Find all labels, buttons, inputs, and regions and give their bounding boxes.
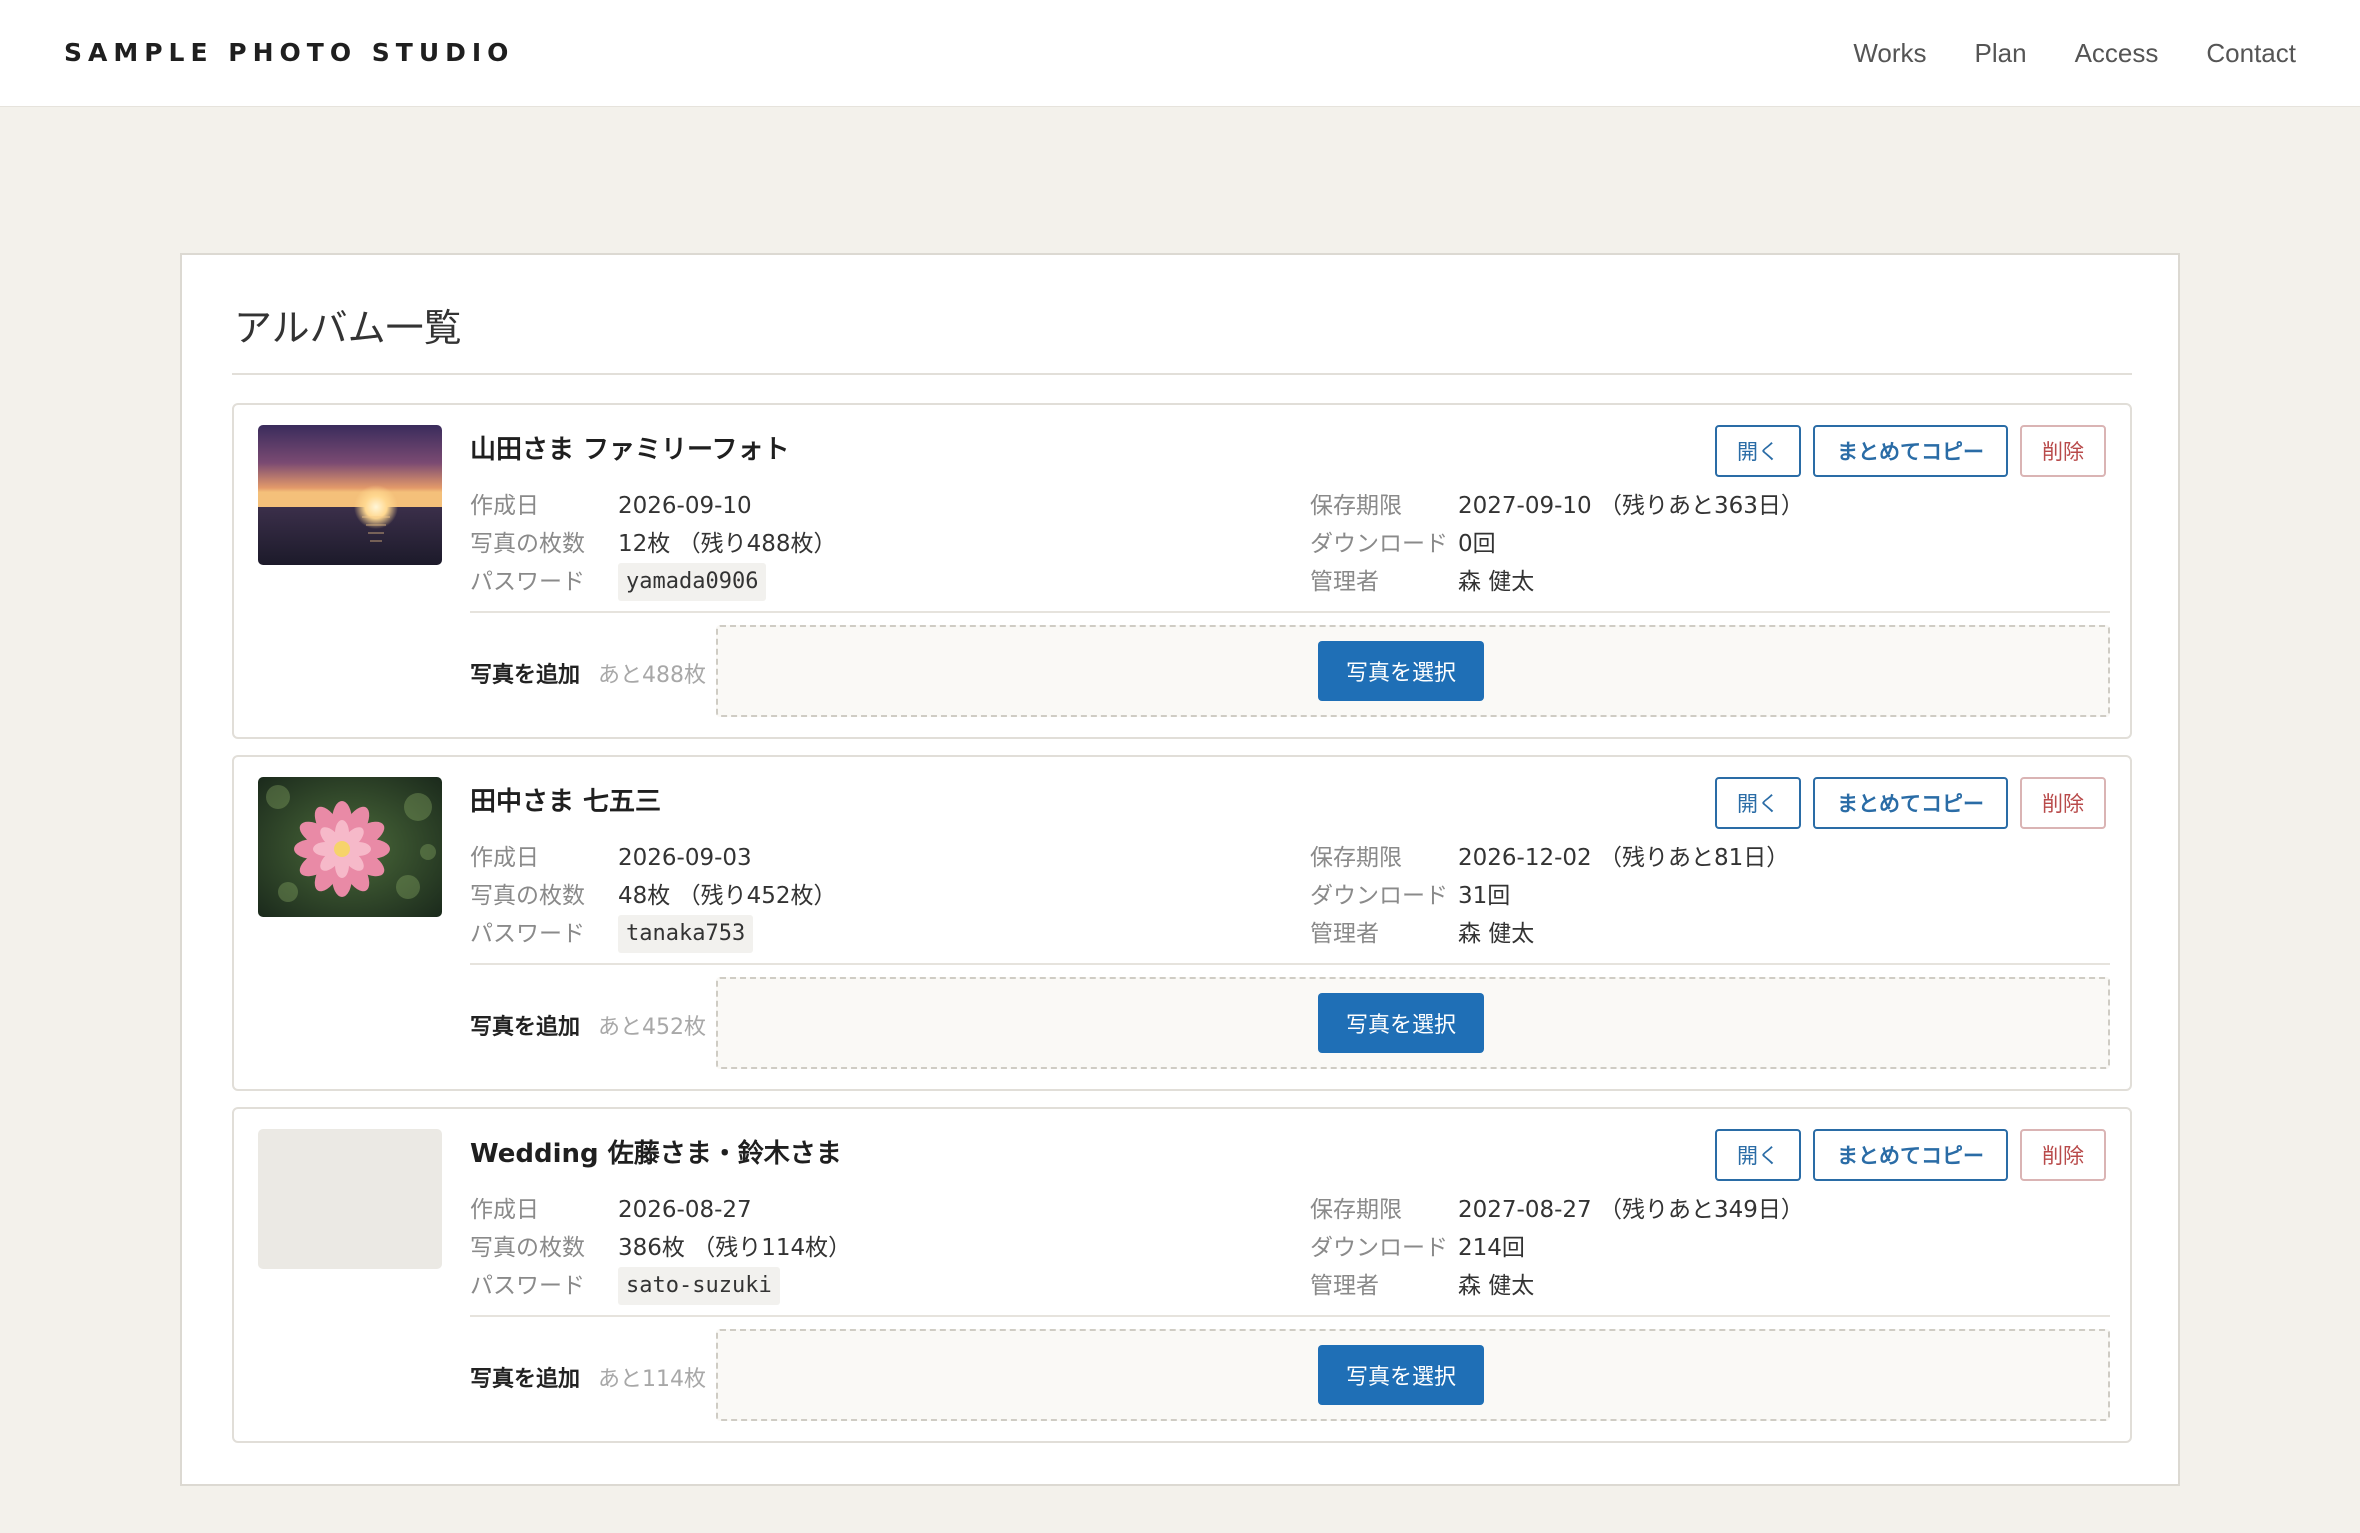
nav-plan[interactable]: Plan [1975,38,2027,69]
manager-value: 森 健太 [1458,921,1535,947]
select-photos-button[interactable]: 写真を選択 [1318,993,1484,1053]
copy-all-button[interactable]: まとめてコピー [1813,1129,2008,1181]
downloads-label: ダウンロード [1310,1235,1448,1261]
brand-logo[interactable]: SAMPLE PHOTO STUDIO [64,38,514,67]
created-label: 作成日 [470,845,539,871]
delete-button[interactable]: 削除 [2020,425,2106,477]
album-title[interactable]: 山田さま ファミリーフォト [470,429,790,466]
photo-count-value: 12枚 （残り488枚） [618,531,837,557]
album-meta-left: 作成日 2026-09-03 写真の枚数 48枚 （残り452枚） パスワード tan… [470,839,836,953]
album-actions: 開く まとめてコピー 削除 [1715,777,2106,829]
album-card: 田中さま 七五三 開く まとめてコピー 削除 作成日 2026-09-03 写真の… [232,755,2132,1091]
select-photos-button[interactable]: 写真を選択 [1318,641,1484,701]
album-thumbnail-placeholder[interactable] [258,1129,442,1269]
album-meta-right: 保存期限 2027-08-27 （残りあと349日） ダウンロード 214回 管理者… [1310,1191,1804,1305]
main-nav: Works Plan Access Contact [1853,38,2296,69]
password-value[interactable]: yamada0906 [618,563,767,601]
album-thumbnail-sunset[interactable] [258,425,442,565]
page-title: アルバム一覧 [234,306,462,350]
expiry-value: 2027-09-10 （残りあと363日） [1458,493,1804,519]
downloads-value: 31回 [1458,883,1511,909]
delete-button[interactable]: 削除 [2020,777,2106,829]
expiry-value: 2026-12-02 （残りあと81日） [1458,845,1790,871]
expiry-label: 保存期限 [1310,493,1402,519]
manager-value: 森 健太 [1458,1273,1535,1299]
card-divider [470,963,2110,965]
downloads-label: ダウンロード [1310,531,1448,557]
downloads-value: 214回 [1458,1235,1525,1261]
photo-dropzone[interactable]: 写真を選択 [716,625,2110,717]
photo-count-label: 写真の枚数 [470,531,585,557]
created-value: 2026-08-27 [618,1197,752,1223]
downloads-label: ダウンロード [1310,883,1448,909]
album-actions: 開く まとめてコピー 削除 [1715,425,2106,477]
copy-all-button[interactable]: まとめてコピー [1813,777,2008,829]
open-button[interactable]: 開く [1715,777,1801,829]
card-divider [470,611,2110,613]
album-panel: アルバム一覧 山田さま ファミリーフォト 開く まとめてコピー 削除 作成日 2… [180,253,2180,1486]
copy-all-button[interactable]: まとめてコピー [1813,425,2008,477]
album-card: Wedding 佐藤さま・鈴木さま 開く まとめてコピー 削除 作成日 2026-… [232,1107,2132,1443]
nav-access[interactable]: Access [2075,38,2159,69]
title-divider [232,373,2132,375]
password-label: パスワード [470,1273,585,1299]
select-photos-button[interactable]: 写真を選択 [1318,1345,1484,1405]
album-actions: 開く まとめてコピー 削除 [1715,1129,2106,1181]
photo-dropzone[interactable]: 写真を選択 [716,977,2110,1069]
delete-button[interactable]: 削除 [2020,1129,2106,1181]
downloads-value: 0回 [1458,531,1496,557]
created-value: 2026-09-10 [618,493,752,519]
album-thumbnail-flower[interactable] [258,777,442,917]
open-button[interactable]: 開く [1715,425,1801,477]
add-photos-label: 写真を追加 [470,663,581,688]
expiry-label: 保存期限 [1310,1197,1402,1223]
flower-photo-icon [258,777,442,917]
created-label: 作成日 [470,1197,539,1223]
expiry-label: 保存期限 [1310,845,1402,871]
password-label: パスワード [470,569,585,595]
expiry-value: 2027-08-27 （残りあと349日） [1458,1197,1804,1223]
nav-contact[interactable]: Contact [2206,38,2296,69]
remaining-count: あと452枚 [598,1015,706,1040]
remaining-count: あと114枚 [598,1367,706,1392]
album-title[interactable]: 田中さま 七五三 [470,781,661,818]
album-card: 山田さま ファミリーフォト 開く まとめてコピー 削除 作成日 2026-09-1… [232,403,2132,739]
album-meta-left: 作成日 2026-08-27 写真の枚数 386枚 （残り114枚） パスワード sa… [470,1191,851,1305]
sunset-photo-icon [258,425,442,565]
remaining-count: あと488枚 [598,663,706,688]
add-photos-label: 写真を追加 [470,1367,581,1392]
created-value: 2026-09-03 [618,845,752,871]
album-meta-left: 作成日 2026-09-10 写真の枚数 12枚 （残り488枚） パスワード yam… [470,487,836,601]
manager-label: 管理者 [1310,569,1379,595]
photo-dropzone[interactable]: 写真を選択 [716,1329,2110,1421]
album-title[interactable]: Wedding 佐藤さま・鈴木さま [470,1133,842,1170]
created-label: 作成日 [470,493,539,519]
album-meta-right: 保存期限 2026-12-02 （残りあと81日） ダウンロード 31回 管理者 森 … [1310,839,1789,953]
add-photos-label: 写真を追加 [470,1015,581,1040]
password-label: パスワード [470,921,585,947]
manager-label: 管理者 [1310,1273,1379,1299]
photo-count-value: 48枚 （残り452枚） [618,883,837,909]
password-value[interactable]: sato-suzuki [618,1267,780,1305]
manager-value: 森 健太 [1458,569,1535,595]
photo-count-label: 写真の枚数 [470,1235,585,1261]
nav-works[interactable]: Works [1853,38,1926,69]
card-divider [470,1315,2110,1317]
site-header: SAMPLE PHOTO STUDIO Works Plan Access Co… [0,0,2360,107]
password-value[interactable]: tanaka753 [618,915,754,953]
manager-label: 管理者 [1310,921,1379,947]
album-meta-right: 保存期限 2027-09-10 （残りあと363日） ダウンロード 0回 管理者 森 … [1310,487,1804,601]
photo-count-label: 写真の枚数 [470,883,585,909]
open-button[interactable]: 開く [1715,1129,1801,1181]
photo-count-value: 386枚 （残り114枚） [618,1235,852,1261]
